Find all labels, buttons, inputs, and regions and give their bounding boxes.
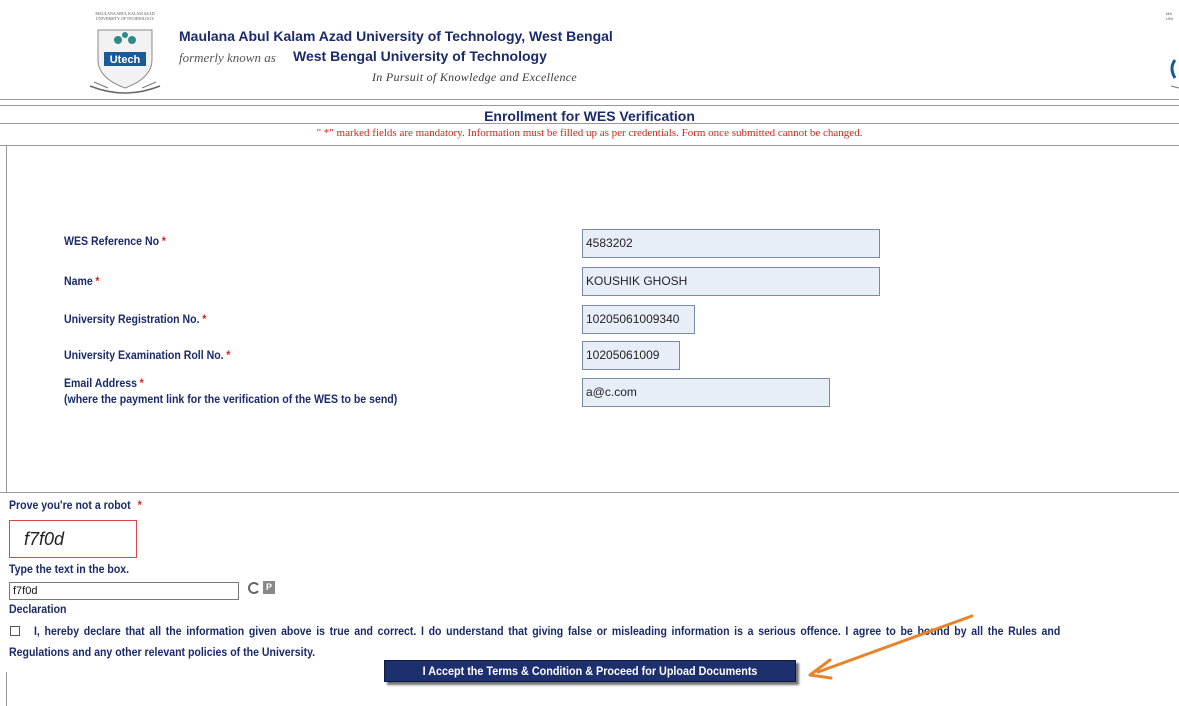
arrow-icon bbox=[808, 614, 974, 680]
former-university-name: West Bengal University of Technology bbox=[293, 48, 547, 64]
registration-no-label: University Registration No. * bbox=[64, 312, 207, 326]
site-header: MAULANA ABUL KALAM AZAD UNIVERSITY OF TE… bbox=[0, 0, 1179, 100]
name-input[interactable]: KOUSHIK GHOSH bbox=[582, 267, 880, 296]
declaration-title: Declaration bbox=[9, 602, 67, 616]
audio-icon[interactable]: P bbox=[263, 581, 275, 594]
captcha-input[interactable]: f7f0d bbox=[9, 582, 239, 600]
registration-no-input[interactable]: 10205061009340 bbox=[582, 305, 695, 334]
email-input[interactable]: a@c.com bbox=[582, 378, 830, 407]
captcha-code: f7f0d bbox=[24, 529, 65, 549]
required-mark: * bbox=[137, 498, 142, 512]
required-mark: * bbox=[95, 274, 100, 288]
divider bbox=[0, 105, 1179, 106]
roll-no-label: University Examination Roll No. * bbox=[64, 348, 231, 362]
svg-text:Utech: Utech bbox=[110, 54, 141, 66]
form-title: Enrollment for WES Verification bbox=[484, 108, 695, 124]
email-label: Email Address * bbox=[64, 376, 144, 390]
wes-reference-input[interactable]: 4583202 bbox=[582, 229, 880, 258]
roll-no-input[interactable]: 10205061009 bbox=[582, 341, 680, 370]
svg-text:UNI: UNI bbox=[1166, 16, 1173, 21]
name-label: Name * bbox=[64, 274, 100, 288]
required-mark: * bbox=[139, 376, 144, 390]
divider bbox=[0, 99, 1179, 100]
declaration-text-continued: Regulations and any other relevant polic… bbox=[9, 645, 316, 659]
wes-reference-label: WES Reference No * bbox=[64, 234, 166, 248]
mandatory-note: " *" marked fields are mandatory. Inform… bbox=[316, 127, 863, 139]
declaration-checkbox[interactable] bbox=[10, 626, 20, 636]
divider bbox=[0, 492, 1179, 493]
email-sublabel: (where the payment link for the verifica… bbox=[64, 392, 398, 406]
university-logo: MAULANA ABUL KALAM AZAD UNIVERSITY OF TE… bbox=[84, 8, 166, 96]
formerly-known-as: formerly known as bbox=[179, 50, 276, 65]
required-mark: * bbox=[202, 312, 207, 326]
university-logo-right: MA UNI bbox=[1166, 11, 1179, 89]
accept-proceed-button[interactable]: I Accept the Terms & Condition & Proceed… bbox=[384, 660, 796, 682]
captcha-image: f7f0d bbox=[9, 520, 137, 558]
required-mark: * bbox=[161, 234, 166, 248]
divider bbox=[0, 145, 1179, 146]
captcha-instruction: Type the text in the box. bbox=[9, 562, 130, 576]
university-name: Maulana Abul Kalam Azad University of Te… bbox=[179, 28, 613, 44]
university-motto: In Pursuit of Knowledge and Excellence bbox=[372, 70, 578, 84]
refresh-icon[interactable] bbox=[248, 581, 260, 595]
svg-text:UNIVERSITY OF TECHNOLOGY: UNIVERSITY OF TECHNOLOGY bbox=[96, 16, 154, 21]
divider bbox=[6, 145, 7, 492]
required-mark: * bbox=[226, 348, 231, 362]
accept-proceed-label: I Accept the Terms & Condition & Proceed… bbox=[422, 664, 758, 678]
divider bbox=[6, 672, 7, 706]
captcha-label: Prove you're not a robot * bbox=[9, 498, 142, 512]
